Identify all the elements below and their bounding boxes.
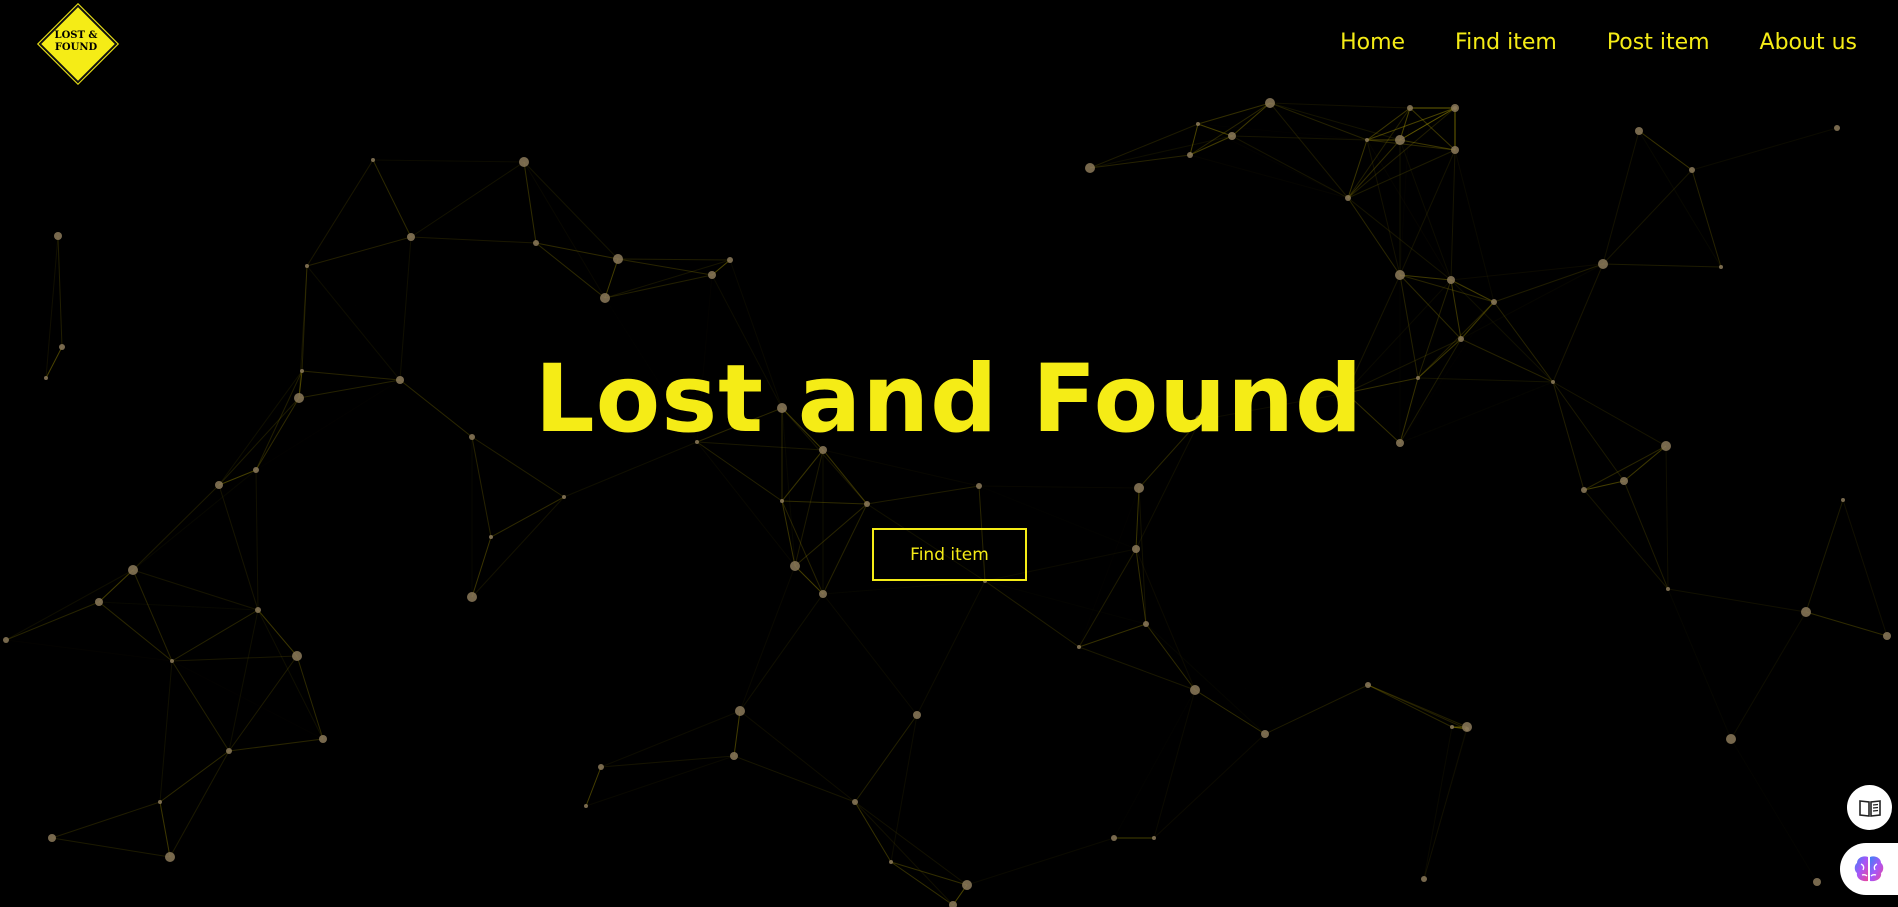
logo-text-line1: LOST & xyxy=(54,30,98,41)
find-item-button[interactable]: Find item xyxy=(872,528,1027,581)
brain-icon xyxy=(1854,856,1884,882)
hero-title: Lost and Found xyxy=(534,345,1364,454)
book-open-icon xyxy=(1858,799,1881,817)
ai-assistant-button[interactable] xyxy=(1840,843,1898,895)
logo[interactable]: LOST & FOUND xyxy=(36,2,120,86)
main-nav: Home Find item Post item About us xyxy=(1340,30,1857,55)
nav-item-post-item[interactable]: Post item xyxy=(1607,30,1710,55)
nav-item-home[interactable]: Home xyxy=(1340,30,1405,55)
nav-item-find-item[interactable]: Find item xyxy=(1455,30,1557,55)
nav-item-about-us[interactable]: About us xyxy=(1760,30,1857,55)
logo-text-line2: FOUND xyxy=(54,42,98,53)
reader-mode-button[interactable] xyxy=(1847,785,1892,830)
